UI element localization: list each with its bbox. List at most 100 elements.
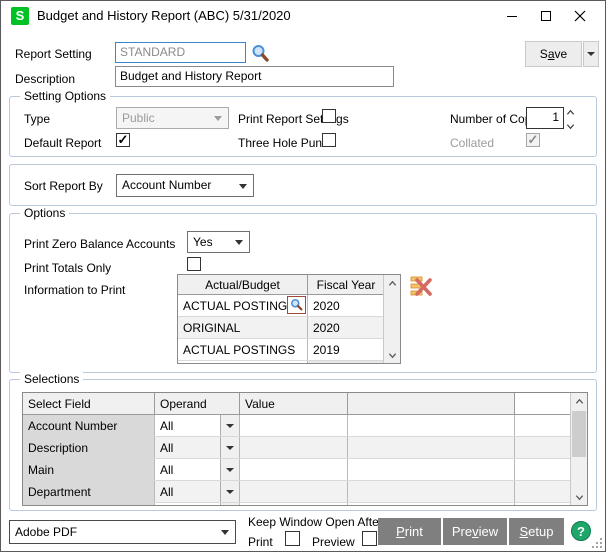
print-totals-only-label: Print Totals Only <box>24 260 111 276</box>
scroll-down-button[interactable] <box>571 489 587 505</box>
col-operand: Operand <box>155 393 240 414</box>
chevron-up-icon <box>388 279 397 288</box>
print-button[interactable]: Print <box>378 518 441 545</box>
operand-dropdown-button[interactable] <box>220 503 239 506</box>
minimize-icon <box>506 10 518 22</box>
selections-row[interactable]: Location All <box>23 503 587 506</box>
maximize-icon <box>540 10 552 22</box>
selections-header-row: Select Field Operand Value <box>23 393 587 415</box>
sage-app-icon: S <box>11 7 29 25</box>
description-label: Description <box>15 71 75 87</box>
clear-selections-button[interactable] <box>410 276 433 300</box>
default-report-label: Default Report <box>24 135 101 151</box>
sort-report-by-label: Sort Report By <box>24 178 103 194</box>
default-report-checkbox[interactable] <box>116 133 130 147</box>
selections-row[interactable]: Description All <box>23 437 587 459</box>
print-zero-balance-select[interactable]: Yes <box>187 231 250 253</box>
keep-preview-label: Preview <box>312 534 355 550</box>
col-extra <box>348 393 515 414</box>
selections-table: Select Field Operand Value Account Numbe… <box>22 392 588 506</box>
col-select-field: Select Field <box>23 393 155 414</box>
save-button[interactable]: Save <box>525 41 582 67</box>
spinner-up-icon <box>566 108 575 117</box>
preview-button[interactable]: Preview <box>443 518 507 545</box>
report-setting-input[interactable]: STANDARD <box>115 42 246 63</box>
three-hole-punch-checkbox[interactable] <box>322 133 336 147</box>
collated-label: Collated <box>450 135 494 151</box>
three-hole-punch-label: Three Hole Punch <box>238 135 335 151</box>
selections-title: Selections <box>20 372 83 387</box>
magnifier-icon <box>251 44 270 63</box>
col-filler <box>515 393 572 414</box>
operand-dropdown-button[interactable] <box>220 459 239 480</box>
chevron-down-icon <box>239 184 247 189</box>
close-button[interactable] <box>565 1 595 31</box>
print-report-settings-checkbox[interactable] <box>322 109 336 123</box>
selections-row[interactable]: Department All <box>23 481 587 503</box>
chevron-down-icon <box>388 351 397 360</box>
description-input[interactable]: Budget and History Report <box>115 66 394 87</box>
keep-window-open-label: Keep Window Open After <box>248 514 383 530</box>
info-table-row[interactable]: ACTUAL POSTINGS 2019 <box>178 339 400 361</box>
chevron-down-icon <box>575 493 584 502</box>
selections-row[interactable]: Account Number All <box>23 415 587 437</box>
information-to-print-table: Actual/Budget Fiscal Year ACTUAL POSTING… <box>177 274 401 364</box>
info-table-row[interactable]: ORIGINAL 2020 <box>178 317 400 339</box>
selections-row[interactable]: Main All <box>23 459 587 481</box>
options-title: Options <box>20 206 69 221</box>
selections-scrollbar[interactable] <box>570 393 587 505</box>
report-setting-label: Report Setting <box>15 46 92 62</box>
collated-checkbox <box>526 133 540 147</box>
scrollbar-thumb[interactable] <box>572 411 586 457</box>
magnifier-icon <box>290 298 304 312</box>
info-col-actual-budget: Actual/Budget <box>178 275 308 294</box>
cell-lookup-button[interactable] <box>287 296 306 314</box>
info-table-scrollbar[interactable] <box>383 275 400 363</box>
options-group: Options Print Zero Balance Accounts Yes … <box>9 213 597 373</box>
chevron-down-icon <box>235 240 243 245</box>
spinner-down-icon <box>566 122 575 131</box>
info-col-fiscal-year: Fiscal Year <box>308 275 384 294</box>
print-zero-balance-label: Print Zero Balance Accounts <box>24 236 175 252</box>
selections-group: Selections Select Field Operand Value Ac… <box>9 379 597 511</box>
close-icon <box>574 10 586 22</box>
operand-dropdown-button[interactable] <box>220 481 239 502</box>
type-select[interactable]: Public <box>116 107 229 129</box>
maximize-button[interactable] <box>531 1 561 31</box>
report-setting-lookup-button[interactable] <box>251 44 270 66</box>
keep-open-preview-checkbox[interactable] <box>362 531 377 546</box>
info-table-row[interactable]: ACTUAL POSTINGS 2020 <box>178 295 400 317</box>
chevron-down-icon <box>221 530 229 535</box>
title-bar: S Budget and History Report (ABC) 5/31/2… <box>1 1 605 31</box>
scroll-down-button[interactable] <box>384 347 400 363</box>
operand-dropdown-button[interactable] <box>220 415 239 436</box>
info-table-header-row: Actual/Budget Fiscal Year <box>178 275 400 295</box>
printer-select[interactable]: Adobe PDF <box>9 520 236 544</box>
budget-history-report-window: S Budget and History Report (ABC) 5/31/2… <box>0 0 606 552</box>
save-dropdown-button[interactable] <box>583 41 599 67</box>
help-button[interactable]: ? <box>571 521 591 541</box>
chevron-down-icon <box>214 116 222 121</box>
chevron-up-icon <box>575 397 584 406</box>
setup-button[interactable]: Setup <box>509 518 564 545</box>
info-table-partial-row <box>178 361 400 364</box>
keep-open-print-checkbox[interactable] <box>285 531 300 546</box>
setting-options-group: Setting Options Type Public Print Report… <box>9 96 597 157</box>
window-title: Budget and History Report (ABC) 5/31/202… <box>37 1 291 31</box>
col-value: Value <box>240 393 348 414</box>
chevron-down-icon <box>587 52 595 56</box>
scroll-up-button[interactable] <box>571 393 587 409</box>
question-mark-icon: ? <box>577 524 585 539</box>
scroll-up-button[interactable] <box>384 275 400 291</box>
information-to-print-label: Information to Print <box>24 282 125 298</box>
operand-dropdown-button[interactable] <box>220 437 239 458</box>
number-of-copies-input[interactable]: 1 <box>526 107 564 129</box>
print-totals-only-checkbox[interactable] <box>187 257 201 271</box>
minimize-button[interactable] <box>497 1 527 31</box>
copies-spinner[interactable] <box>566 106 575 131</box>
type-label: Type <box>24 111 50 127</box>
resize-grip[interactable] <box>592 538 602 548</box>
keep-print-label: Print <box>248 534 273 550</box>
sort-group: Sort Report By Account Number <box>9 164 597 206</box>
sort-report-by-select[interactable]: Account Number <box>116 174 254 197</box>
